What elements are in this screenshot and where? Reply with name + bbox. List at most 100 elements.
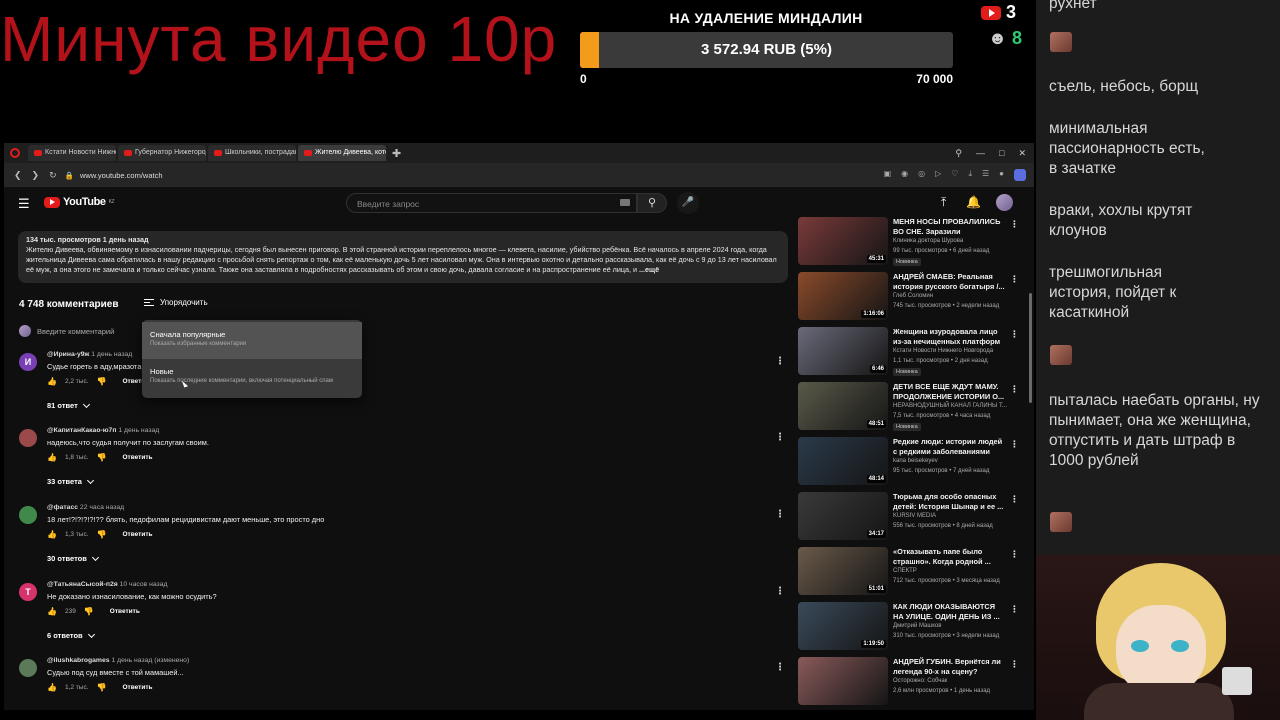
dislike-icon[interactable]: 👎	[97, 683, 107, 692]
opera-icon[interactable]	[10, 148, 20, 158]
video-title[interactable]: Редкие люди: истории людей с редкими заб…	[893, 437, 1005, 457]
reload-icon[interactable]: ↻	[49, 170, 57, 181]
search-input[interactable]: Введите запрос	[346, 193, 637, 213]
more-options-icon[interactable]: ⋮	[775, 586, 785, 597]
dislike-icon[interactable]: 👎	[97, 530, 107, 539]
video-title[interactable]: АНДРЕЙ СМАЕВ: Реальная история русского …	[893, 272, 1005, 292]
sort-option-newest[interactable]: Новые Показать последние комментарии, вк…	[142, 359, 362, 396]
dislike-icon[interactable]: 👎	[84, 607, 94, 616]
video-thumbnail[interactable]: 6:46	[798, 327, 888, 375]
video-thumbnail[interactable]: 1:16:06	[798, 272, 888, 320]
channel-name[interactable]: Осторожно: Собчак	[893, 678, 947, 684]
url-field[interactable]: 🔒 www.youtube.com/watch	[65, 167, 884, 183]
avatar[interactable]	[19, 429, 37, 447]
channel-name[interactable]: Глеб Соломин	[893, 293, 933, 299]
recommended-video[interactable]: 51:01 «Отказывать папе было страшно». Ког…	[798, 547, 1019, 599]
more-options-icon[interactable]: ⋮	[1010, 329, 1019, 340]
replies-toggle[interactable]: 33 ответа	[47, 476, 94, 486]
recommended-video[interactable]: 34:17 Тюрьма для особо опасных детей: Ист…	[798, 492, 1019, 544]
maximize-button[interactable]: □	[999, 148, 1004, 159]
recommended-video[interactable]: 48:51 ДЕТИ ВСЕ ЕЩЕ ЖДУТ МАМУ. ПРОДОЛЖЕНИЕ…	[798, 382, 1019, 434]
upload-icon[interactable]: ⤒	[941, 195, 946, 210]
recommended-video[interactable]: 45:31 МЕНЯ НОСЫ ПРОВАЛИЛИСЬ ВО СНЕ. Зараз…	[798, 217, 1019, 269]
recommended-video[interactable]: 6:46 Женщина изуродовала лицо из-за нечищ…	[798, 327, 1019, 379]
download-icon[interactable]: ⤓	[968, 169, 972, 181]
replies-toggle[interactable]: 30 ответов	[47, 553, 99, 563]
recommended-video[interactable]: АНДРЕЙ ГУБИН. Вернётся ли легенда 90-х н…	[798, 657, 1019, 709]
new-tab-button[interactable]: ✚	[392, 147, 401, 160]
back-icon[interactable]: ❮	[14, 170, 22, 181]
more-options-icon[interactable]: ⋮	[775, 356, 785, 367]
video-thumbnail[interactable]: 51:01	[798, 547, 888, 595]
extension-icon[interactable]: ◎	[918, 169, 925, 181]
reply-button[interactable]: Ответить	[110, 608, 140, 615]
minimize-button[interactable]: —	[976, 148, 985, 159]
video-title[interactable]: КАК ЛЮДИ ОКАЗЫВАЮТСЯ НА УЛИЦЕ. ОДИН ДЕНЬ…	[893, 602, 1005, 622]
comment-author[interactable]: @КапитанКакао-ю7п 1 день назад	[47, 427, 159, 434]
keyboard-icon[interactable]	[620, 199, 630, 206]
reply-button[interactable]: Ответить	[122, 684, 152, 691]
profile-icon[interactable]: ●	[999, 169, 1004, 181]
tab-active[interactable]: Жителю Дивеева, котор	[298, 145, 386, 161]
channel-name[interactable]: НЕРАВНОДУШНЫЙ КАНАЛ ГАЛИНЫ Т...	[893, 403, 1007, 409]
replies-toggle[interactable]: 81 ответ	[47, 400, 90, 410]
settings-icon[interactable]	[1014, 169, 1026, 181]
video-thumbnail[interactable]: 48:51	[798, 382, 888, 430]
bell-icon[interactable]: 🔔	[966, 195, 981, 209]
replies-toggle[interactable]: 6 ответов	[47, 630, 95, 640]
youtube-logo[interactable]: YouTube KZ	[44, 196, 115, 208]
author-name[interactable]: @фатасс	[47, 504, 78, 511]
more-options-icon[interactable]: ⋮	[1010, 439, 1019, 450]
camera-icon[interactable]: ◉	[901, 169, 908, 181]
dislike-icon[interactable]: 👎	[97, 377, 107, 386]
reply-button[interactable]: Ответить	[122, 531, 152, 538]
author-name[interactable]: @Ирина-у9ж	[47, 351, 89, 358]
comment-author[interactable]: @ТатьянаСысой-п2я 10 часов назад	[47, 581, 167, 588]
like-icon[interactable]: 👍	[47, 377, 57, 386]
more-options-icon[interactable]: ⋮	[1010, 659, 1019, 670]
video-thumbnail[interactable]: 45:31	[798, 217, 888, 265]
author-name[interactable]: @КапитанКакао-ю7п	[47, 427, 116, 434]
video-title[interactable]: ДЕТИ ВСЕ ЕЩЕ ЖДУТ МАМУ. ПРОДОЛЖЕНИЕ ИСТО…	[893, 382, 1005, 402]
like-icon[interactable]: 👍	[47, 607, 57, 616]
more-options-icon[interactable]: ⋮	[775, 509, 785, 520]
video-thumbnail[interactable]: 48:14	[798, 437, 888, 485]
show-more-link[interactable]: ...ещё	[639, 265, 659, 274]
comment-author[interactable]: @фатасс 22 часа назад	[47, 504, 124, 511]
video-description[interactable]: 134 тыс. просмотров 1 день назад Жителю …	[18, 231, 788, 283]
search-button[interactable]: ⚲	[637, 193, 667, 213]
close-button[interactable]: ✕	[1018, 148, 1026, 159]
channel-name[interactable]: kana beisekeyev	[893, 458, 938, 464]
video-thumbnail[interactable]: 34:17	[798, 492, 888, 540]
scrollbar[interactable]	[1029, 293, 1032, 403]
forward-icon[interactable]: ❯	[32, 170, 40, 181]
avatar[interactable]	[996, 194, 1013, 211]
like-icon[interactable]: 👍	[47, 453, 57, 462]
reply-button[interactable]: Ответить	[122, 454, 152, 461]
video-thumbnail[interactable]	[798, 657, 888, 705]
menu-icon[interactable]: ☰	[982, 169, 989, 181]
more-options-icon[interactable]: ⋮	[1010, 494, 1019, 505]
more-options-icon[interactable]: ⋮	[1010, 604, 1019, 615]
channel-name[interactable]: KURSIV MEDIA	[893, 513, 936, 519]
comment-author[interactable]: @ilushkabrogames 1 день назад (изменено)	[47, 657, 189, 664]
channel-name[interactable]: Дмитрий Машков	[893, 623, 941, 629]
sort-option-top[interactable]: Сначала популярные Показать избранные ко…	[142, 322, 362, 359]
tab[interactable]: Кстати Новости Нижнего	[28, 145, 116, 161]
more-options-icon[interactable]: ⋮	[775, 662, 785, 673]
video-thumbnail[interactable]: 1:19:50	[798, 602, 888, 650]
video-title[interactable]: «Отказывать папе было страшно». Когда ро…	[893, 547, 1005, 567]
search-tabs-icon[interactable]: ⚲	[955, 148, 962, 159]
recommended-video[interactable]: 1:19:50 КАК ЛЮДИ ОКАЗЫВАЮТСЯ НА УЛИЦЕ. ОД…	[798, 602, 1019, 654]
sort-button[interactable]: Упорядочить	[144, 298, 208, 307]
tab[interactable]: Губернатор Нижегородс	[118, 145, 206, 161]
author-name[interactable]: @ТатьянаСысой-п2я	[47, 581, 118, 588]
tab[interactable]: Школьники, пострадавш	[208, 145, 296, 161]
more-options-icon[interactable]: ⋮	[775, 432, 785, 443]
heart-icon[interactable]: ♡	[951, 169, 958, 181]
video-title[interactable]: Тюрьма для особо опасных детей: История …	[893, 492, 1005, 512]
video-title[interactable]: АНДРЕЙ ГУБИН. Вернётся ли легенда 90-х н…	[893, 657, 1005, 677]
author-name[interactable]: @ilushkabrogames	[47, 657, 110, 664]
avatar[interactable]	[19, 506, 37, 524]
avatar[interactable]: И	[19, 353, 37, 371]
